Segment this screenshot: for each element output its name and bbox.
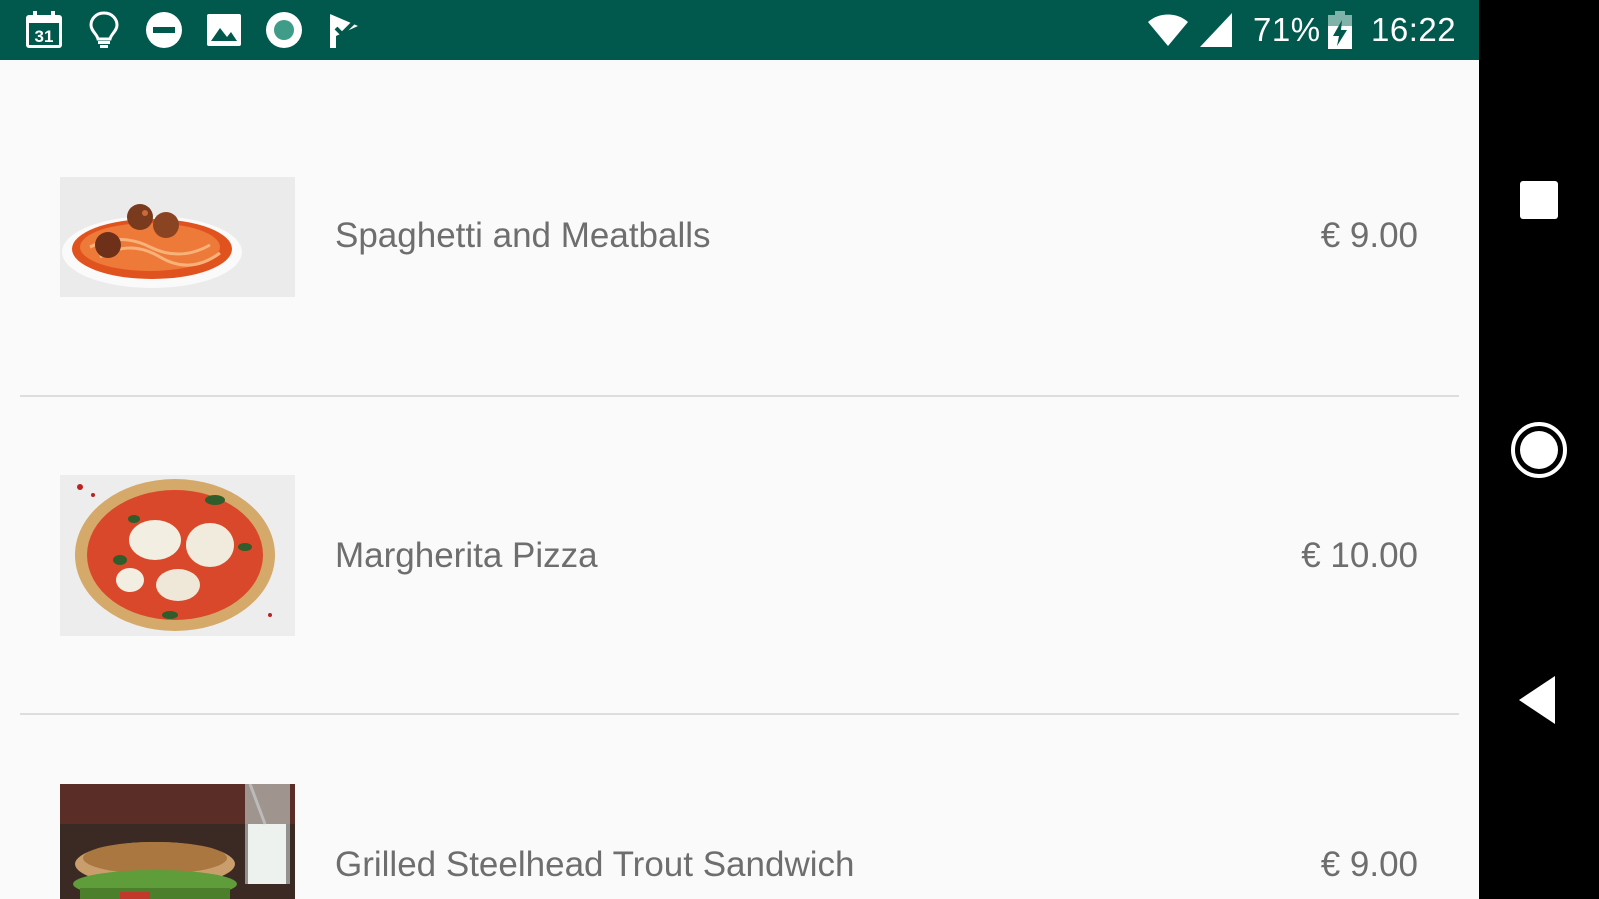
circle-icon xyxy=(1511,422,1567,478)
item-name: Margherita Pizza xyxy=(335,536,598,575)
item-price: € 9.00 xyxy=(1320,845,1418,884)
back-button[interactable] xyxy=(1509,670,1569,730)
menu-item-spaghetti[interactable]: Spaghetti and Meatballs € 9.00 xyxy=(0,60,1479,397)
do-not-disturb-icon xyxy=(144,10,184,50)
battery-charging-icon xyxy=(1327,10,1353,50)
divider xyxy=(20,713,1459,715)
clock: 16:22 xyxy=(1371,11,1457,48)
calendar-icon: 31 xyxy=(24,10,64,50)
record-icon xyxy=(264,10,304,50)
item-name: Grilled Steelhead Trout Sandwich xyxy=(335,845,855,884)
item-price: € 10.00 xyxy=(1301,536,1418,575)
menu-item-margherita[interactable]: Margherita Pizza € 10.00 xyxy=(0,398,1479,715)
calendar-day: 31 xyxy=(35,27,54,46)
back-triangle-icon xyxy=(1519,676,1555,724)
menu-item-trout-sandwich[interactable]: Grilled Steelhead Trout Sandwich € 9.00 xyxy=(0,716,1479,899)
divider xyxy=(20,395,1459,397)
wifi-icon xyxy=(1147,10,1188,50)
battery-percent: 71% xyxy=(1253,11,1321,48)
check-flag-icon xyxy=(324,10,364,50)
item-name: Spaghetti and Meatballs xyxy=(335,216,711,255)
cell-signal-icon xyxy=(1198,10,1238,50)
item-price: € 9.00 xyxy=(1320,216,1418,255)
trout-sandwich-photo xyxy=(60,784,295,899)
navigation-bar xyxy=(1479,0,1599,899)
status-bar: 31 71% 16:22 xyxy=(0,0,1479,60)
menu-list[interactable]: Spaghetti and Meatballs € 9.00 Margherit… xyxy=(0,60,1479,899)
home-button[interactable] xyxy=(1509,420,1569,480)
lightbulb-icon xyxy=(84,10,124,50)
square-icon xyxy=(1520,181,1558,219)
spaghetti-meatballs-photo xyxy=(60,177,295,297)
app-screen: 31 71% 16:22 Spaghetti and Meatballs € 9… xyxy=(0,0,1479,899)
margherita-pizza-photo xyxy=(60,475,295,636)
recents-button[interactable] xyxy=(1509,170,1569,230)
image-icon xyxy=(204,10,244,50)
